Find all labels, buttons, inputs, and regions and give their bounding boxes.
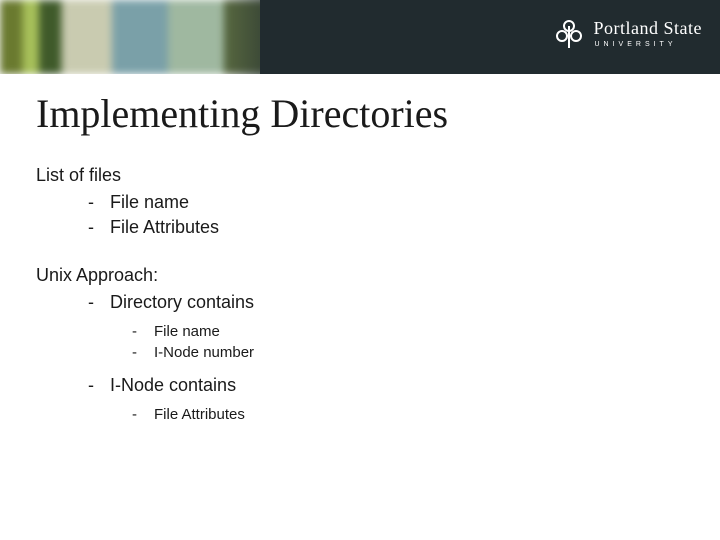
slide-title: Implementing Directories bbox=[36, 90, 684, 137]
list-item: File name bbox=[132, 321, 684, 342]
list-item: File Attributes bbox=[88, 215, 684, 240]
brand-sub: UNIVERSITY bbox=[595, 41, 703, 48]
section1-heading: List of files bbox=[36, 163, 684, 188]
list-item: File Attributes bbox=[132, 404, 684, 425]
brand: Portland State UNIVERSITY bbox=[554, 18, 703, 48]
list-item: File name bbox=[88, 190, 684, 215]
banner: Portland State UNIVERSITY bbox=[0, 0, 720, 74]
brand-text: Portland State UNIVERSITY bbox=[594, 19, 703, 48]
section1-list: File name File Attributes bbox=[36, 190, 684, 240]
section2-list: Directory contains bbox=[36, 290, 684, 315]
slide: Portland State UNIVERSITY Implementing D… bbox=[0, 0, 720, 540]
section2-heading: Unix Approach: bbox=[36, 263, 684, 288]
section2-sublist: File Attributes bbox=[36, 404, 684, 425]
section2-list: I-Node contains bbox=[36, 373, 684, 398]
list-item: I-Node number bbox=[132, 342, 684, 363]
section2-sublist: File name I-Node number bbox=[36, 321, 684, 363]
interlock-icon bbox=[554, 18, 584, 48]
list-item: Directory contains bbox=[88, 290, 684, 315]
slide-body: List of files File name File Attributes … bbox=[36, 163, 684, 425]
content: Implementing Directories List of files F… bbox=[36, 90, 684, 425]
brand-name: Portland State bbox=[594, 19, 703, 37]
list-item: I-Node contains bbox=[88, 373, 684, 398]
banner-fade bbox=[220, 0, 300, 74]
